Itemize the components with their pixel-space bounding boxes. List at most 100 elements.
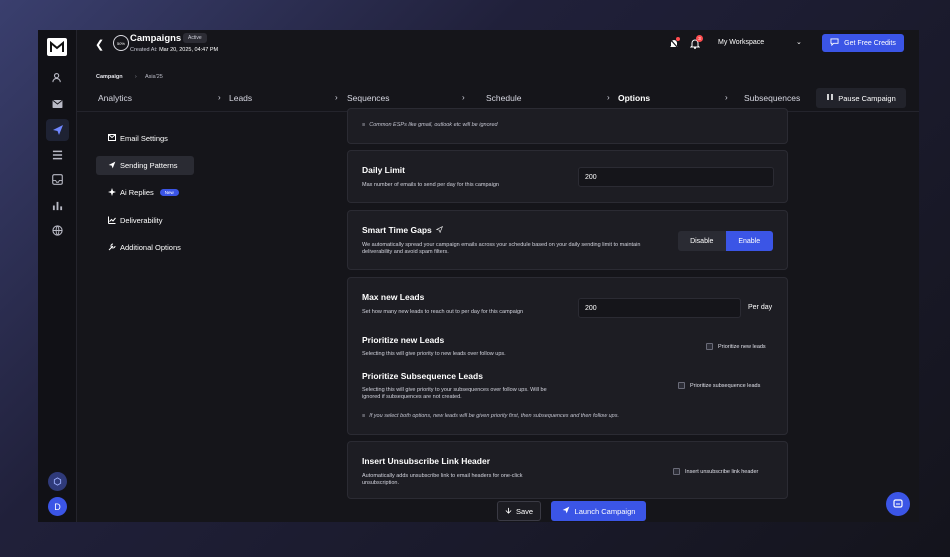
info-icon: ≡ xyxy=(362,122,366,128)
unsubscribe-checkbox[interactable]: Insert unsubscribe link header xyxy=(673,468,758,475)
app-window: D ❮ 50% Campaigns Active Created At: Mar… xyxy=(38,30,919,522)
time-gaps-card: Smart Time Gaps We automatically spread … xyxy=(347,210,788,270)
nav-label: Deliverability xyxy=(120,216,163,225)
status-badge: Active xyxy=(183,33,207,43)
time-gaps-title: Smart Time Gaps xyxy=(362,225,432,235)
daily-limit-title: Daily Limit xyxy=(362,165,405,175)
unsubscribe-title: Insert Unsubscribe Link Header xyxy=(362,456,491,466)
progress-indicator: 50% xyxy=(113,35,129,51)
mail-icon[interactable] xyxy=(50,96,65,111)
list-icon[interactable] xyxy=(50,147,65,162)
launch-campaign-button[interactable]: Launch Campaign xyxy=(551,501,646,521)
priority-note: ≡ If you select both options, new leads … xyxy=(362,413,619,419)
pause-icon xyxy=(826,93,834,103)
get-free-credits-button[interactable]: Get Free Credits xyxy=(822,34,904,52)
unsubscribe-label: Insert unsubscribe link header xyxy=(685,468,759,475)
pause-label: Pause Campaign xyxy=(838,93,896,103)
breadcrumb-current: Asia'25 xyxy=(145,74,163,80)
prioritize-sub-title: Prioritize Subsequence Leads xyxy=(362,371,483,381)
step-chevron-icon: › xyxy=(462,93,465,102)
send-icon[interactable] xyxy=(46,119,69,141)
max-leads-card: Max new Leads Set how many new leads to … xyxy=(347,277,788,435)
workspace-selector[interactable]: My Workspace xyxy=(718,39,764,46)
tab-schedule[interactable]: Schedule xyxy=(486,93,521,103)
help-icon[interactable] xyxy=(48,472,67,491)
daily-limit-card: Daily Limit Max number of emails to send… xyxy=(347,150,788,203)
checkbox-box[interactable] xyxy=(706,343,713,350)
max-leads-input[interactable]: 200 xyxy=(578,298,741,318)
back-arrow-icon[interactable]: ❮ xyxy=(95,38,105,51)
users-icon[interactable] xyxy=(50,70,65,85)
tools-icon xyxy=(108,243,116,253)
step-chevron-icon: › xyxy=(607,93,610,102)
prioritize-new-label: Prioritize new leads xyxy=(718,343,766,350)
analytics-icon[interactable] xyxy=(50,198,65,213)
pause-campaign-button[interactable]: Pause Campaign xyxy=(816,88,906,108)
nav-label: Email Settings xyxy=(120,134,168,143)
tab-leads[interactable]: Leads xyxy=(229,93,252,103)
chevron-down-icon[interactable]: ⌄ xyxy=(796,38,802,46)
mail-icon xyxy=(108,134,116,143)
prioritize-sub-label: Prioritize subsequence leads xyxy=(690,382,761,389)
step-chevron-icon: › xyxy=(218,93,221,102)
max-leads-unit: Per day xyxy=(748,304,773,311)
notification-count: 3 xyxy=(696,35,703,42)
disable-toggle[interactable]: Disable xyxy=(678,231,726,251)
prioritize-new-description: Selecting this will give priority to new… xyxy=(362,351,506,357)
max-leads-description: Set how many new leads to reach out to p… xyxy=(362,309,524,315)
inbox-icon[interactable] xyxy=(50,172,65,187)
brand-logo[interactable] xyxy=(47,38,67,56)
created-label: Created At: xyxy=(130,47,158,53)
prioritize-sub-checkbox[interactable]: Prioritize subsequence leads xyxy=(678,382,760,389)
breadcrumb-root[interactable]: Campaign xyxy=(96,74,123,80)
checkbox-box[interactable] xyxy=(673,468,680,475)
daily-limit-description: Max number of emails to send per day for… xyxy=(362,182,499,188)
created-at: Created At: Mar 20, 2025, 04:47 PM xyxy=(130,47,218,53)
unsubscribe-description: Automatically adds unsubscribe link to e… xyxy=(362,473,523,486)
breadcrumb-separator-icon: › xyxy=(135,74,137,80)
prioritize-sub-description: Selecting this will give priority to you… xyxy=(362,387,547,400)
save-icon xyxy=(505,507,512,516)
tab-subsequences[interactable]: Subsequences xyxy=(744,93,800,103)
top-bar: ❮ 50% Campaigns Active Created At: Mar 2… xyxy=(77,30,919,58)
tab-sequences[interactable]: Sequences xyxy=(347,93,390,103)
daily-limit-input[interactable]: 200 xyxy=(578,167,774,187)
time-gaps-heading: Smart Time Gaps xyxy=(362,225,443,235)
globe-icon[interactable] xyxy=(50,223,65,238)
nav-additional-options[interactable]: Additional Options xyxy=(96,238,194,257)
alert-dot xyxy=(676,37,680,41)
esp-card: ≡ Common ESPs like gmail, outlook etc wi… xyxy=(347,108,788,144)
nav-email-settings[interactable]: Email Settings xyxy=(96,129,194,148)
esp-note: ≡ Common ESPs like gmail, outlook etc wi… xyxy=(362,122,498,128)
left-rail: D xyxy=(38,30,77,522)
unsubscribe-card: Insert Unsubscribe Link Header Automatic… xyxy=(347,441,788,499)
nav-sending-patterns[interactable]: Sending Patterns xyxy=(96,156,194,175)
tab-options[interactable]: Options xyxy=(618,93,650,103)
nav-ai-replies[interactable]: Ai Replies New xyxy=(96,183,194,202)
send-icon xyxy=(562,506,570,516)
new-badge: New xyxy=(159,189,179,196)
priority-note-text: If you select both options, new leads wi… xyxy=(369,413,620,419)
checkbox-box[interactable] xyxy=(678,382,685,389)
launch-label: Launch Campaign xyxy=(574,506,636,516)
created-value: Mar 20, 2025, 04:47 PM xyxy=(159,47,219,53)
step-chevron-icon: › xyxy=(335,93,338,102)
sparkle-icon xyxy=(108,187,116,198)
send-icon xyxy=(435,225,443,235)
send-icon xyxy=(108,161,116,171)
time-gaps-toggle: Disable Enable xyxy=(678,231,773,251)
tab-analytics[interactable]: Analytics xyxy=(98,93,132,103)
prioritize-new-checkbox[interactable]: Prioritize new leads xyxy=(706,343,766,350)
enable-toggle[interactable]: Enable xyxy=(725,231,773,251)
prioritize-new-title: Prioritize new Leads xyxy=(362,335,445,345)
nav-label: Ai Replies xyxy=(120,188,154,197)
time-gaps-description: We automatically spread your campaign em… xyxy=(362,242,641,255)
chat-bubble-icon xyxy=(830,38,839,48)
avatar[interactable]: D xyxy=(48,497,67,516)
chat-widget-icon[interactable] xyxy=(886,492,910,516)
page-title: Campaigns xyxy=(130,33,182,44)
save-button[interactable]: Save xyxy=(497,501,541,521)
trend-icon xyxy=(108,216,116,226)
save-label: Save xyxy=(515,506,534,516)
nav-deliverability[interactable]: Deliverability xyxy=(96,211,194,230)
